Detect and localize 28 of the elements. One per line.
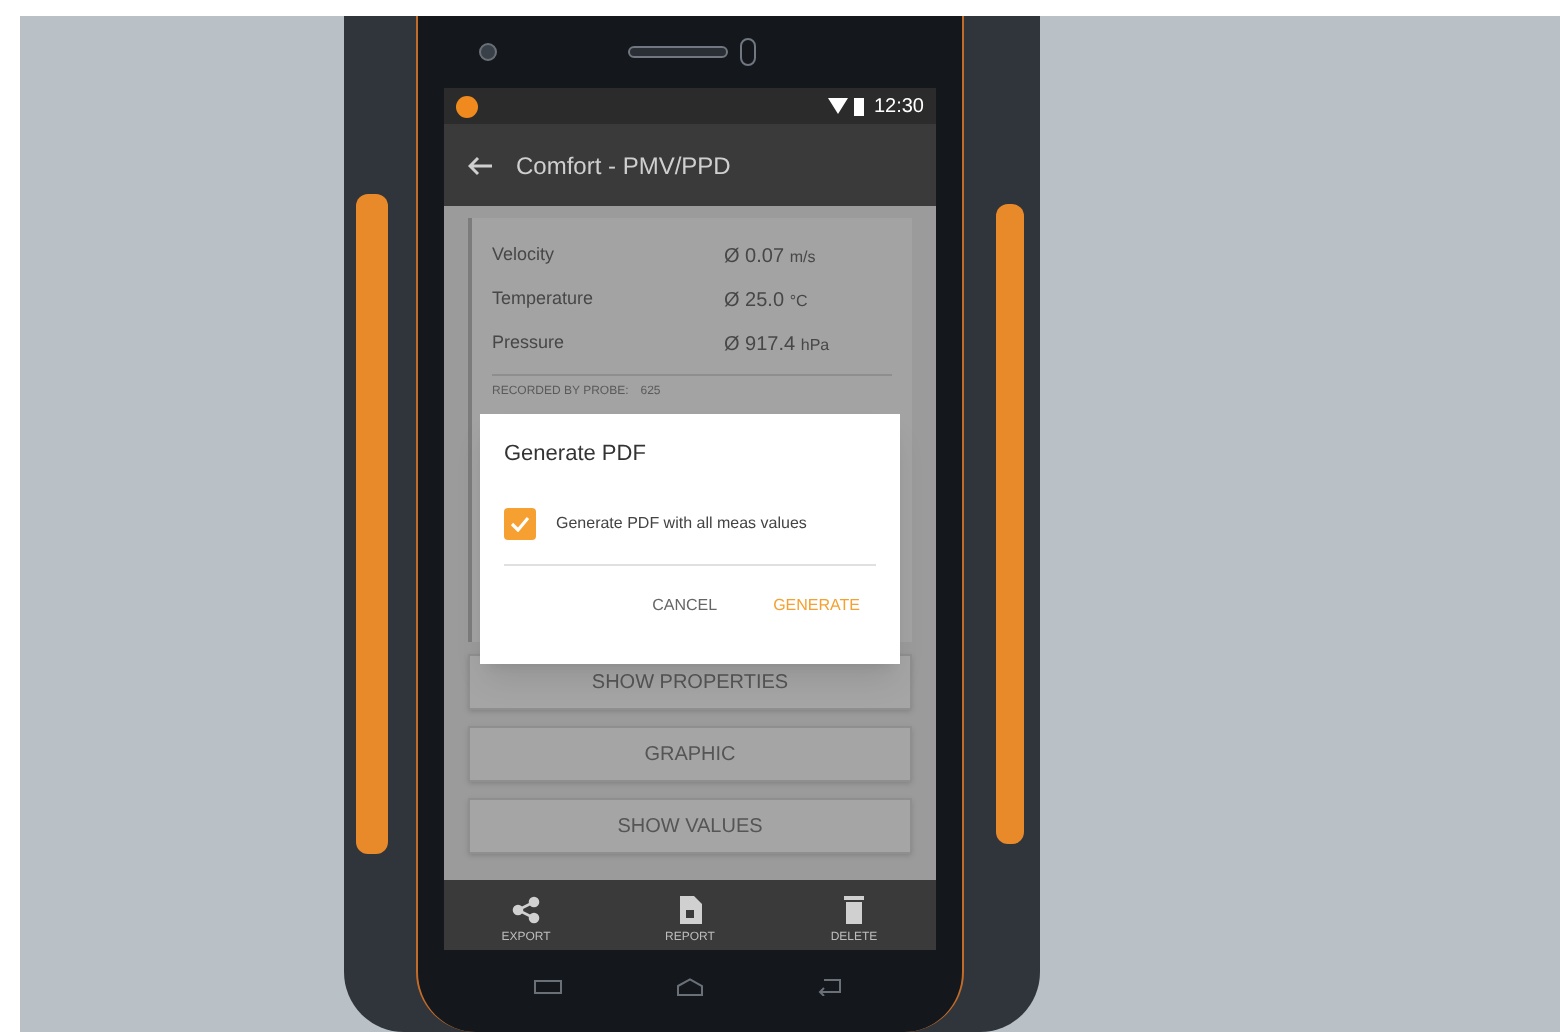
measurement-name: Pressure bbox=[492, 330, 565, 357]
checkbox-label: Generate PDF with all meas values bbox=[556, 511, 807, 535]
dialog-title: Generate PDF bbox=[504, 440, 648, 470]
dialog-button[interactable]: CANCEL bbox=[652, 593, 718, 617]
wifi-icon bbox=[827, 98, 848, 114]
document-icon bbox=[678, 896, 702, 924]
home-icon[interactable] bbox=[675, 978, 704, 996]
camera-icon bbox=[478, 42, 498, 62]
status-time: 12:30 bbox=[873, 93, 924, 121]
speaker-grille bbox=[628, 46, 728, 58]
measurement-name: Velocity bbox=[492, 242, 555, 269]
sensor-icon bbox=[740, 38, 756, 66]
checkbox[interactable] bbox=[504, 507, 536, 539]
trash-icon bbox=[844, 896, 864, 924]
recent-apps-icon[interactable] bbox=[534, 980, 563, 994]
logo-icon bbox=[456, 95, 478, 117]
measurement-value: Ø 917.4 hPa bbox=[724, 331, 832, 359]
check-icon bbox=[510, 515, 530, 531]
measurement-value: Ø 0.07 m/s bbox=[724, 243, 818, 271]
measurement-value: Ø 25.0 °C bbox=[724, 287, 810, 315]
action-button[interactable]: SHOW VALUES bbox=[468, 798, 912, 854]
battery-icon bbox=[853, 97, 864, 115]
back-arrow-icon[interactable] bbox=[468, 155, 492, 175]
measurement-name: Temperature bbox=[492, 286, 594, 313]
screen-title: Comfort - PMV/PPD bbox=[516, 149, 731, 183]
back-icon[interactable] bbox=[817, 978, 846, 996]
share-icon bbox=[512, 896, 540, 924]
action-button[interactable]: GRAPHIC bbox=[468, 726, 912, 782]
